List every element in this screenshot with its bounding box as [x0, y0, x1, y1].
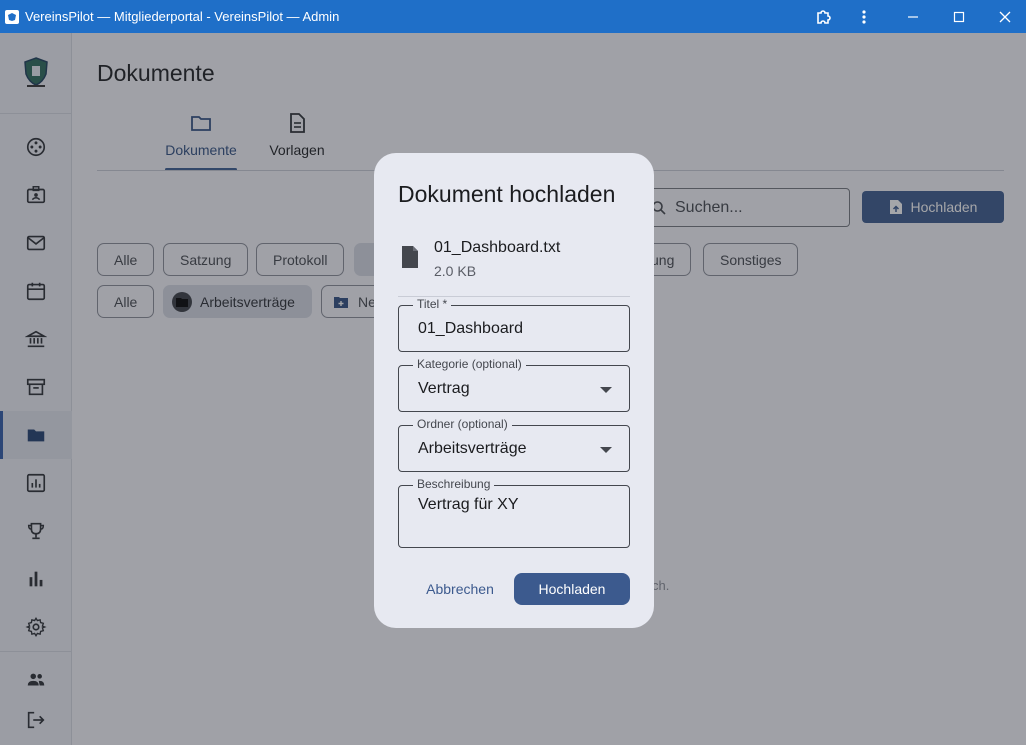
- dialog-title: Dokument hochladen: [398, 181, 616, 207]
- folder-select-label: Ordner (optional): [413, 417, 512, 431]
- more-vert-icon[interactable]: [844, 0, 884, 33]
- app-logo-icon: [5, 9, 19, 24]
- title-field-value: 01_Dashboard: [418, 320, 523, 337]
- minimize-icon[interactable]: [893, 0, 933, 33]
- category-select[interactable]: Kategorie (optional) Vertrag: [398, 357, 630, 412]
- upload-dialog: Dokument hochladen 01_Dashboard.txt 2.0 …: [374, 153, 654, 628]
- cancel-button[interactable]: Abbrechen: [414, 573, 506, 605]
- title-field[interactable]: Titel * 01_Dashboard: [398, 297, 630, 352]
- description-textarea[interactable]: Beschreibung Vertrag für XY: [398, 477, 630, 548]
- category-select-value: Vertrag: [418, 380, 470, 397]
- close-icon[interactable]: [985, 0, 1025, 33]
- window-title: VereinsPilot — Mitgliederportal - Verein…: [25, 9, 340, 24]
- file-icon: [402, 246, 418, 268]
- chevron-down-icon: [600, 447, 612, 453]
- submit-upload-button[interactable]: Hochladen: [514, 573, 630, 605]
- maximize-icon[interactable]: [939, 0, 979, 33]
- title-field-label: Titel *: [413, 297, 452, 311]
- category-select-label: Kategorie (optional): [413, 357, 526, 371]
- file-name: 01_Dashboard.txt: [434, 239, 561, 256]
- folder-select[interactable]: Ordner (optional) Arbeitsverträge: [398, 417, 630, 472]
- extension-icon[interactable]: [804, 0, 844, 33]
- window-titlebar: VereinsPilot — Mitgliederportal - Verein…: [0, 0, 1026, 33]
- chevron-down-icon: [600, 387, 612, 393]
- file-size: 2.0 KB: [434, 263, 477, 279]
- folder-select-value: Arbeitsverträge: [418, 440, 527, 457]
- description-value: Vertrag für XY: [418, 496, 519, 513]
- description-label: Beschreibung: [413, 477, 495, 491]
